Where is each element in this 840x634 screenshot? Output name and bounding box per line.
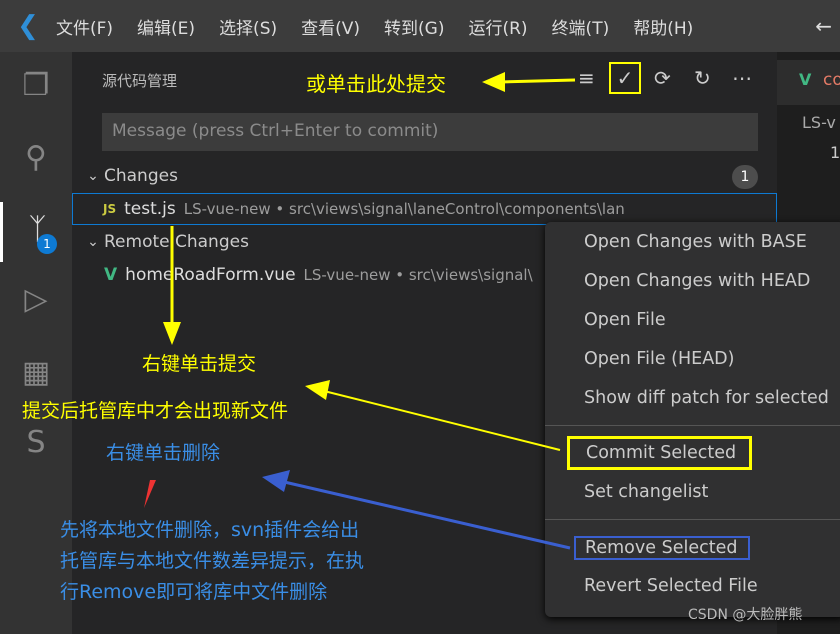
arrow-to-commit-button	[499, 78, 576, 84]
arrowhead	[163, 322, 181, 345]
annotation-after-commit: 提交后托管库中才会出现新文件	[22, 400, 289, 422]
annotation-delete-note-1: 先将本地文件删除，svn插件会给出	[60, 519, 360, 541]
arrowhead	[262, 470, 290, 492]
red-arrow	[144, 480, 156, 508]
arrowhead	[482, 72, 505, 92]
annotation-click-here: 或单击此处提交	[306, 72, 446, 96]
arrowhead	[305, 380, 330, 400]
arrow-to-commit-selected	[319, 389, 561, 451]
annotation-delete-note-3: 行Remove即可将库中文件删除	[60, 581, 328, 603]
annotation-right-click-delete: 右键单击删除	[106, 442, 221, 464]
annotation-delete-note-2: 托管库与本地文件数差异提示，在执	[60, 550, 365, 572]
annotation-right-click-commit: 右键单击提交	[142, 353, 257, 375]
